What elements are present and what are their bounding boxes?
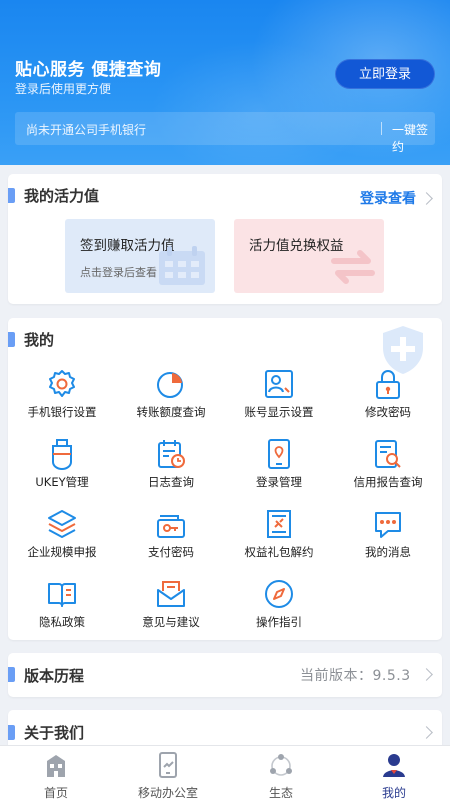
grid-label: 我的消息 [365, 545, 411, 559]
section-marker [8, 667, 15, 682]
header-slogan: 贴心服务 便捷查询 [15, 60, 162, 80]
operation-guide[interactable]: 操作指引 [225, 578, 333, 638]
grid-label: 转账额度查询 [136, 405, 206, 419]
current-version: 当前版本：9.5.3 [300, 668, 411, 684]
payment-password[interactable]: 支付密码 [117, 508, 225, 568]
key-wallet-icon [157, 515, 185, 538]
compass-icon [265, 580, 293, 608]
grid-label: 意见与建议 [142, 615, 200, 629]
lock-icon [376, 370, 400, 399]
nav-label: 我的 [381, 786, 406, 800]
enterprise-scale-declaration[interactable]: 企业规模申报 [8, 508, 116, 568]
chevron-right-icon[interactable] [420, 192, 433, 205]
nav-label: 生态 [268, 786, 293, 800]
vitality-exchange-tile[interactable]: 活力值兑换权益 [234, 219, 384, 293]
pie-chart-icon [157, 372, 183, 398]
login-button[interactable]: 立即登录 [335, 59, 435, 89]
transfer-limit-query[interactable]: 转账额度查询 [117, 368, 225, 428]
grid-label: 账号显示设置 [244, 405, 314, 419]
nav-label: 移动办公室 [137, 786, 198, 800]
ecosystem-icon [270, 754, 292, 776]
vitality-header: 我的活力值 登录查看 [8, 174, 442, 214]
report-search-icon [375, 440, 401, 468]
credit-report-query[interactable]: 信用报告查询 [334, 438, 442, 498]
section-marker [8, 725, 15, 740]
privacy-policy[interactable]: 隐私政策 [8, 578, 116, 638]
one-click-sign-link[interactable]: 一键签约 [392, 121, 435, 155]
login-management[interactable]: 登录管理 [225, 438, 333, 498]
grid-label: 信用报告查询 [353, 475, 423, 489]
log-calendar-icon [158, 440, 185, 468]
version-history-row[interactable]: 版本历程 当前版本：9.5.3 [8, 653, 442, 697]
phone-location-icon [268, 439, 290, 469]
grid-label: 企业规模申报 [27, 545, 97, 559]
book-icon [48, 583, 76, 607]
header-banner: 贴心服务 便捷查询 登录后使用更方便 立即登录 尚未开通公司手机银行 一键签约 [0, 0, 450, 165]
unlink-doc-icon [267, 510, 291, 538]
exchange-arrows-icon [331, 250, 375, 284]
grid-label: 修改密码 [365, 405, 411, 419]
nav-label: 首页 [43, 786, 68, 800]
section-marker [8, 332, 15, 347]
nav-ecosystem[interactable]: 生态 [225, 746, 337, 800]
ukey-icon [52, 439, 72, 470]
change-password[interactable]: 修改密码 [334, 368, 442, 428]
my-messages[interactable]: 我的消息 [334, 508, 442, 568]
grid-label: 日志查询 [148, 475, 194, 489]
user-icon [383, 754, 405, 777]
benefit-package-cancel[interactable]: 权益礼包解约 [225, 508, 333, 568]
nav-mobile-office[interactable]: 移动办公室 [112, 746, 224, 800]
vitality-title: 我的活力值 [24, 187, 100, 205]
grid-label: 手机银行设置 [27, 405, 97, 419]
grid-label: 隐私政策 [39, 615, 85, 629]
vitality-card: 我的活力值 登录查看 签到赚取活力值 点击登录后查看 活力值兑换权益 [8, 174, 442, 304]
account-display-settings[interactable]: 账号显示设置 [225, 368, 333, 428]
grid-label: 登录管理 [256, 475, 302, 489]
bank-sign-bar[interactable]: 尚未开通公司手机银行 一键签约 [15, 112, 435, 154]
about-us-title: 关于我们 [24, 724, 85, 742]
mine-title: 我的 [24, 331, 55, 349]
nav-mine[interactable]: 我的 [338, 746, 450, 800]
header-subtitle: 登录后使用更方便 [15, 82, 112, 96]
divider [381, 122, 382, 135]
mobile-office-icon [159, 752, 177, 778]
mine-header: 我的 [8, 318, 442, 358]
ukey-management[interactable]: UKEY管理 [8, 438, 116, 498]
layers-icon [48, 510, 76, 538]
grid-label: 权益礼包解约 [244, 545, 314, 559]
nav-home[interactable]: 首页 [0, 746, 112, 800]
version-history-title: 版本历程 [24, 667, 85, 685]
checkin-earn-tile[interactable]: 签到赚取活力值 点击登录后查看 [65, 219, 215, 293]
envelope-icon [157, 581, 185, 607]
my-services-card: 我的 手机银行设置 转账额度查询 账号显示设置 修改密码 UKEY管理 日志查询… [8, 318, 442, 640]
section-marker [8, 188, 15, 203]
login-view-link[interactable]: 登录查看 [360, 188, 416, 208]
grid-label: UKEY管理 [35, 475, 89, 489]
log-query[interactable]: 日志查询 [117, 438, 225, 498]
feedback-suggestions[interactable]: 意见与建议 [117, 578, 225, 638]
gear-icon [49, 370, 75, 397]
tile-subtitle: 点击登录后查看 [80, 266, 157, 279]
calendar-icon [159, 246, 205, 285]
grid-label: 支付密码 [148, 545, 194, 559]
home-building-icon [47, 755, 65, 777]
grid-label: 操作指引 [256, 615, 302, 629]
chat-bubble-icon [375, 512, 401, 538]
bottom-navigation: 首页 移动办公室 生态 我的 [0, 745, 450, 800]
bank-notice-text: 尚未开通公司手机银行 [26, 123, 147, 137]
account-card-icon [265, 370, 293, 398]
mobile-banking-settings[interactable]: 手机银行设置 [8, 368, 116, 428]
